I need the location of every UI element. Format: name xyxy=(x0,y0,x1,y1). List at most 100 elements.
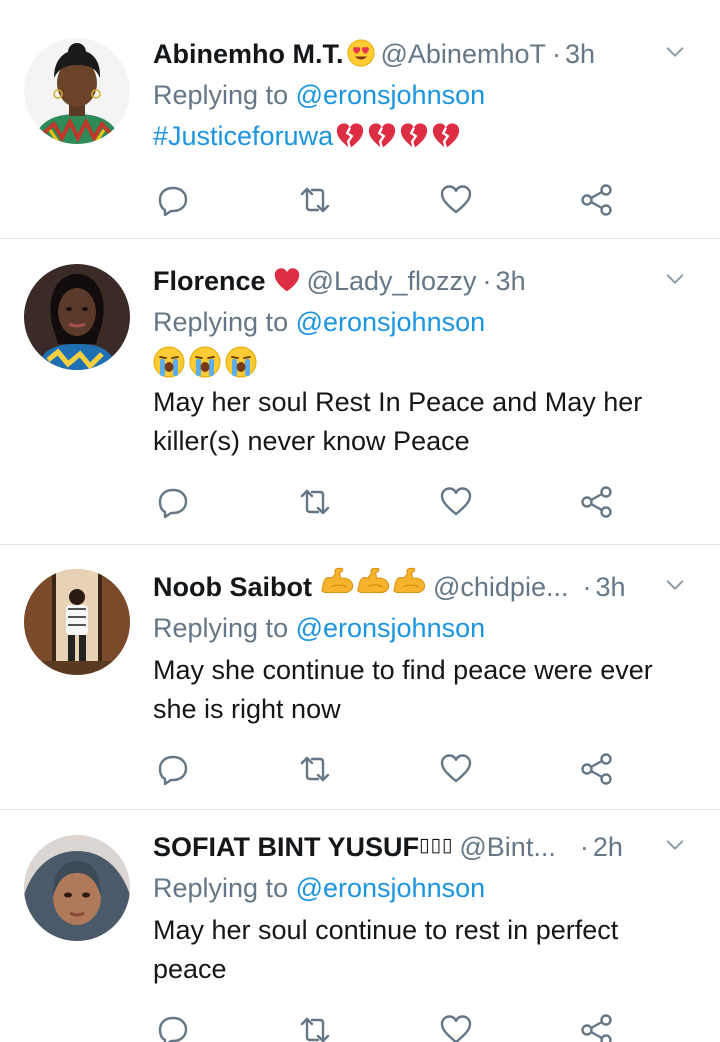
chevron-down-icon[interactable] xyxy=(664,574,686,596)
broken-heart-emoji xyxy=(431,121,461,151)
share-icon xyxy=(580,183,614,217)
separator-dot: · xyxy=(482,266,492,296)
retweet-icon xyxy=(298,752,332,786)
replying-prefix: Replying to xyxy=(153,80,296,110)
retweet-icon xyxy=(298,1013,332,1042)
tweet-actions xyxy=(153,749,623,789)
retweet-button[interactable] xyxy=(295,482,335,522)
display-name[interactable]: Noob Saibot xyxy=(153,572,312,602)
chevron-down-icon[interactable] xyxy=(664,834,686,856)
timestamp[interactable]: 3h xyxy=(565,39,595,69)
retweet-button[interactable] xyxy=(295,1010,335,1042)
hashtag-link[interactable]: #Justiceforuwa xyxy=(153,117,333,156)
avatar[interactable] xyxy=(24,264,130,370)
share-button[interactable] xyxy=(577,180,617,220)
reply-button[interactable] xyxy=(153,180,193,220)
replying-prefix: Replying to xyxy=(153,613,296,643)
user-handle[interactable]: @chidpie... xyxy=(433,572,568,602)
share-icon xyxy=(580,752,614,786)
display-name[interactable]: Abinemho M.T. xyxy=(153,39,344,69)
like-button[interactable] xyxy=(436,482,476,522)
flexed-biceps-emoji xyxy=(319,565,355,595)
reply-icon xyxy=(156,1013,190,1042)
reply-icon xyxy=(156,485,190,519)
timestamp[interactable]: 3h xyxy=(496,266,526,296)
tweet-content: Florence @Lady_flozzy · 3h Replying to @ero… xyxy=(153,260,694,461)
replying-prefix: Replying to xyxy=(153,873,296,903)
separator-dot: · xyxy=(582,572,592,602)
like-button[interactable] xyxy=(436,1010,476,1042)
mention-link[interactable]: @eronsjohnson xyxy=(296,873,486,903)
like-icon xyxy=(439,485,473,519)
reply-button[interactable] xyxy=(153,482,193,522)
tweet-sofiat[interactable]: SOFIAT BINT YUSUF▯▯▯ @Bint... · 2h Replying… xyxy=(0,810,720,1042)
reply-button[interactable] xyxy=(153,749,193,789)
replying-to: Replying to @eronsjohnson xyxy=(153,75,694,115)
share-button[interactable] xyxy=(577,482,617,522)
tweet-content: SOFIAT BINT YUSUF▯▯▯ @Bint... · 2h Replying… xyxy=(153,826,694,989)
tweet-text: May she continue to find peace were ever… xyxy=(153,655,653,724)
tweet-abinemho[interactable]: Abinemho M.T. @AbinemhoT · 3h Replying to @… xyxy=(0,0,720,239)
like-icon xyxy=(439,183,473,217)
tweet-header: Florence @Lady_flozzy · 3h xyxy=(153,260,694,302)
tweet-header: Abinemho M.T. @AbinemhoT · 3h xyxy=(153,33,694,75)
timestamp[interactable]: 2h xyxy=(593,832,623,862)
display-name[interactable]: Florence xyxy=(153,266,266,296)
name-suffix-glyphs: ▯▯▯ xyxy=(419,834,454,856)
crying-face-emoji xyxy=(153,346,185,378)
broken-heart-emoji-group xyxy=(335,121,461,151)
tweet-actions xyxy=(153,180,623,220)
replying-prefix: Replying to xyxy=(153,307,296,337)
share-icon xyxy=(580,1013,614,1042)
timestamp[interactable]: 3h xyxy=(595,572,625,602)
chevron-down-icon[interactable] xyxy=(664,268,686,290)
mention-link[interactable]: @eronsjohnson xyxy=(296,80,486,110)
replying-to: Replying to @eronsjohnson xyxy=(153,868,694,908)
flexed-biceps-emoji xyxy=(355,565,391,595)
tweet-text: May her soul continue to rest in perfect… xyxy=(153,915,619,984)
avatar[interactable] xyxy=(24,835,130,941)
broken-heart-emoji xyxy=(335,121,365,151)
replying-to: Replying to @eronsjohnson xyxy=(153,302,694,342)
share-button[interactable] xyxy=(577,1010,617,1042)
tweet-florence[interactable]: Florence @Lady_flozzy · 3h Replying to @ero… xyxy=(0,239,720,545)
like-button[interactable] xyxy=(436,180,476,220)
share-button[interactable] xyxy=(577,749,617,789)
reply-icon xyxy=(156,183,190,217)
tweet-actions xyxy=(153,482,623,522)
user-handle[interactable]: @AbinemhoT xyxy=(381,39,546,69)
separator-dot: · xyxy=(579,832,589,862)
broken-heart-emoji xyxy=(399,121,429,151)
share-icon xyxy=(580,485,614,519)
tweet-actions xyxy=(153,1010,623,1042)
tweet-content: Abinemho M.T. @AbinemhoT · 3h Replying to @… xyxy=(153,33,694,157)
crying-emoji-group xyxy=(153,342,694,382)
mention-link[interactable]: @eronsjohnson xyxy=(296,307,486,337)
flexed-biceps-emoji xyxy=(391,565,427,595)
chevron-down-icon[interactable] xyxy=(664,41,686,63)
avatar[interactable] xyxy=(24,38,130,144)
like-icon xyxy=(439,1013,473,1042)
user-handle[interactable]: @Bint... xyxy=(459,832,555,862)
crying-face-emoji xyxy=(189,346,221,378)
like-button[interactable] xyxy=(436,749,476,789)
retweet-button[interactable] xyxy=(295,749,335,789)
avatar[interactable] xyxy=(24,569,130,675)
replying-to: Replying to @eronsjohnson xyxy=(153,608,694,648)
crying-face-emoji xyxy=(225,346,257,378)
reply-button[interactable] xyxy=(153,1010,193,1042)
retweet-icon xyxy=(298,183,332,217)
user-handle[interactable]: @Lady_flozzy xyxy=(307,266,477,296)
heart-eyes-emoji xyxy=(347,39,375,67)
tweet-header: SOFIAT BINT YUSUF▯▯▯ @Bint... · 2h xyxy=(153,826,694,868)
retweet-button[interactable] xyxy=(295,180,335,220)
tweet-text: #Justiceforuwa xyxy=(153,115,694,157)
red-heart-emoji xyxy=(273,266,301,294)
reply-icon xyxy=(156,752,190,786)
mention-link[interactable]: @eronsjohnson xyxy=(296,613,486,643)
tweet-noob-saibot[interactable]: Noob Saibot @chidpie... · 3h Replying to @e… xyxy=(0,545,720,810)
reply-feed: Abinemho M.T. @AbinemhoT · 3h Replying to @… xyxy=(0,0,720,1042)
tweet-text: May her soul Rest In Peace and May her k… xyxy=(153,387,643,456)
display-name[interactable]: SOFIAT BINT YUSUF xyxy=(153,832,419,862)
separator-dot: · xyxy=(551,39,561,69)
